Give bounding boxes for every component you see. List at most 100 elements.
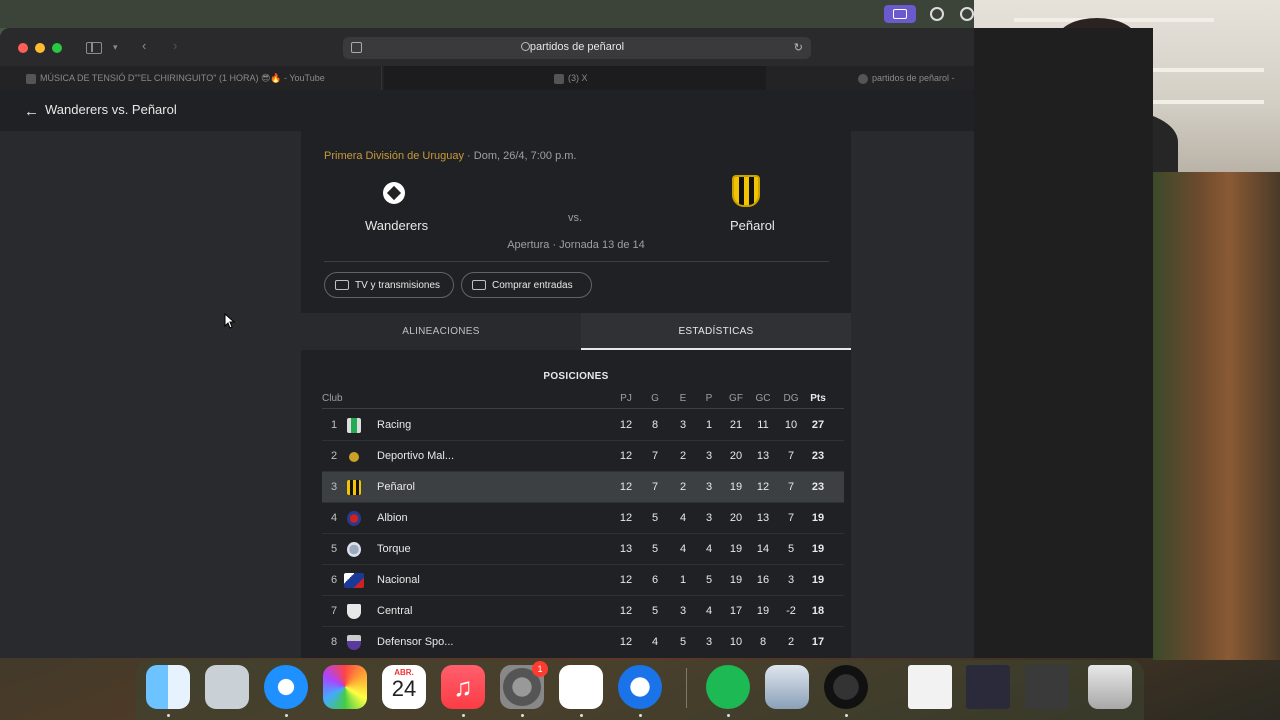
tv-chip-button[interactable]: TV y transmisiones: [324, 272, 454, 298]
table-row[interactable]: 2 Deportivo Mal... 12 7 2 3 20 13 7 23: [322, 441, 844, 472]
screen-mirroring-icon[interactable]: [884, 5, 916, 23]
minimize-window-button[interactable]: [35, 43, 45, 53]
system-settings-icon[interactable]: 1: [500, 661, 548, 709]
header-e: E: [679, 393, 687, 404]
row-gf: 19: [729, 543, 743, 555]
row-gf: 20: [729, 450, 743, 462]
row-p: 3: [705, 636, 713, 648]
preview-icon[interactable]: [765, 665, 809, 709]
nacional-crest-icon: [344, 573, 364, 588]
row-p: 4: [705, 543, 713, 555]
back-arrow-icon[interactable]: ←: [24, 103, 39, 120]
right-panel: [851, 131, 974, 658]
tab-stats[interactable]: ESTADÍSTICAS: [581, 313, 851, 350]
launchpad-icon[interactable]: [205, 665, 249, 709]
left-panel: [0, 131, 301, 658]
running-indicator: [580, 714, 583, 717]
row-p: 1: [705, 419, 713, 431]
row-gc: 14: [756, 543, 770, 555]
photos-icon[interactable]: [323, 665, 367, 709]
row-pj: 13: [619, 543, 633, 555]
minimized-window-thumbnail[interactable]: [908, 665, 952, 709]
slack-icon[interactable]: [559, 665, 603, 709]
row-g: 5: [651, 543, 659, 555]
row-p: 5: [705, 574, 713, 586]
table-row[interactable]: 8 Defensor Spo... 12 4 5 3 10 8 2 17: [322, 627, 844, 658]
running-indicator: [639, 714, 642, 717]
header-club: Club: [322, 393, 343, 404]
row-gf: 19: [729, 574, 743, 586]
row-pts: 19: [811, 543, 825, 555]
close-window-button[interactable]: [18, 43, 28, 53]
penarol-crest-icon: [347, 480, 361, 495]
row-team: Torque: [377, 543, 411, 555]
minimized-window-thumbnail[interactable]: [966, 665, 1010, 709]
calendar-day: 24: [391, 676, 417, 701]
spotify-icon[interactable]: [706, 665, 750, 709]
row-rank: 1: [330, 419, 338, 431]
row-pts: 23: [811, 481, 825, 493]
tab-lineups[interactable]: ALINEACIONES: [301, 313, 581, 350]
wanderers-crest-icon[interactable]: [380, 176, 408, 208]
away-team-name[interactable]: Peñarol: [730, 218, 775, 233]
row-dg: 5: [787, 543, 795, 555]
home-team-name[interactable]: Wanderers: [365, 218, 428, 233]
table-row[interactable]: 1 Racing 12 8 3 1 21 11 10 27: [322, 410, 844, 441]
tab-youtube[interactable]: MÚSICA DE TENSIÓ D""EL CHIRINGUITO" (1 H…: [26, 66, 382, 90]
finder-icon[interactable]: [146, 665, 190, 709]
tasks-check-icon[interactable]: [618, 665, 662, 709]
row-g: 5: [651, 512, 659, 524]
row-p: 3: [705, 481, 713, 493]
row-team: Nacional: [377, 574, 420, 586]
table-row[interactable]: 4 Albion 12 5 4 3 20 13 7 19: [322, 503, 844, 534]
row-pj: 12: [619, 574, 633, 586]
tickets-chip-label: Comprar entradas: [492, 280, 573, 291]
forward-icon[interactable]: ›: [173, 38, 177, 53]
row-rank: 4: [330, 512, 338, 524]
focus-icon[interactable]: [930, 7, 944, 21]
minimized-window-thumbnail[interactable]: [1025, 665, 1069, 709]
row-gc: 11: [757, 419, 769, 431]
tab-google[interactable]: partidos de peñarol -: [858, 66, 974, 90]
tab-x[interactable]: (3) X: [384, 66, 766, 90]
table-row[interactable]: 5 Torque 13 5 4 4 19 14 5 19: [322, 534, 844, 565]
tab-bar: MÚSICA DE TENSIÓ D""EL CHIRINGUITO" (1 H…: [0, 66, 974, 90]
obs-icon[interactable]: [824, 665, 868, 709]
table-row[interactable]: 6 Nacional 12 6 1 5 19 16 3 19: [322, 565, 844, 596]
penarol-crest-icon[interactable]: [732, 175, 760, 207]
trash-icon[interactable]: [1088, 665, 1132, 709]
table-row-highlighted[interactable]: 3 Peñarol 12 7 2 3 19 12 7 23: [322, 472, 844, 503]
row-team: Defensor Spo...: [377, 636, 454, 648]
back-icon[interactable]: ‹: [142, 38, 146, 53]
row-pj: 12: [619, 636, 633, 648]
tickets-chip-button[interactable]: Comprar entradas: [461, 272, 592, 298]
safari-icon[interactable]: [264, 665, 308, 709]
calendar-icon[interactable]: ABR. 24: [382, 665, 426, 709]
row-p: 4: [705, 605, 713, 617]
reload-icon[interactable]: ↻: [794, 41, 803, 54]
sidebar-toggle-icon[interactable]: [86, 42, 102, 54]
row-e: 1: [679, 574, 687, 586]
chevron-down-icon[interactable]: ▾: [113, 42, 118, 53]
standings-title: POSICIONES: [543, 371, 609, 382]
row-g: 6: [651, 574, 659, 586]
row-gc: 19: [756, 605, 770, 617]
dock-separator: [686, 668, 687, 708]
league-link[interactable]: Primera División de Uruguay: [324, 150, 464, 162]
table-row[interactable]: 7 Central 12 5 3 4 17 19 -2 18: [322, 596, 844, 627]
address-bar[interactable]: partidos de peñarol ↻: [343, 37, 811, 59]
row-e: 5: [679, 636, 687, 648]
notification-badge: 1: [532, 661, 548, 677]
row-rank: 8: [330, 636, 338, 648]
zoom-window-button[interactable]: [52, 43, 62, 53]
match-card: Primera División de Uruguay · Dom, 26/4,…: [301, 131, 851, 658]
music-icon[interactable]: ♫: [441, 665, 485, 709]
play-icon[interactable]: [960, 7, 974, 21]
header-p: P: [705, 393, 713, 404]
page-content: ← Wanderers vs. Peñarol Primera División…: [0, 90, 974, 658]
address-text[interactable]: partidos de peñarol: [343, 41, 811, 53]
racing-crest-icon: [347, 418, 361, 433]
row-dg: 7: [787, 512, 795, 524]
row-pts: 27: [811, 419, 825, 431]
row-e: 4: [679, 512, 687, 524]
